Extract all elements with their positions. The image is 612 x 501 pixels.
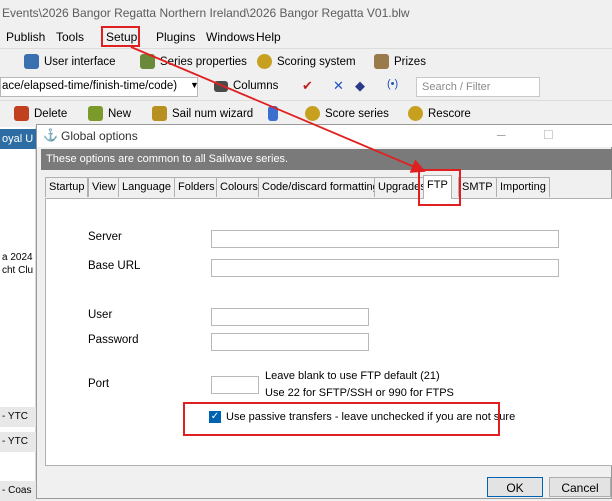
arrow-setup-to-ftp: [130, 46, 426, 173]
annotation-arrow: [130, 46, 426, 173]
tab-ftp[interactable]: FTP: [423, 175, 452, 199]
